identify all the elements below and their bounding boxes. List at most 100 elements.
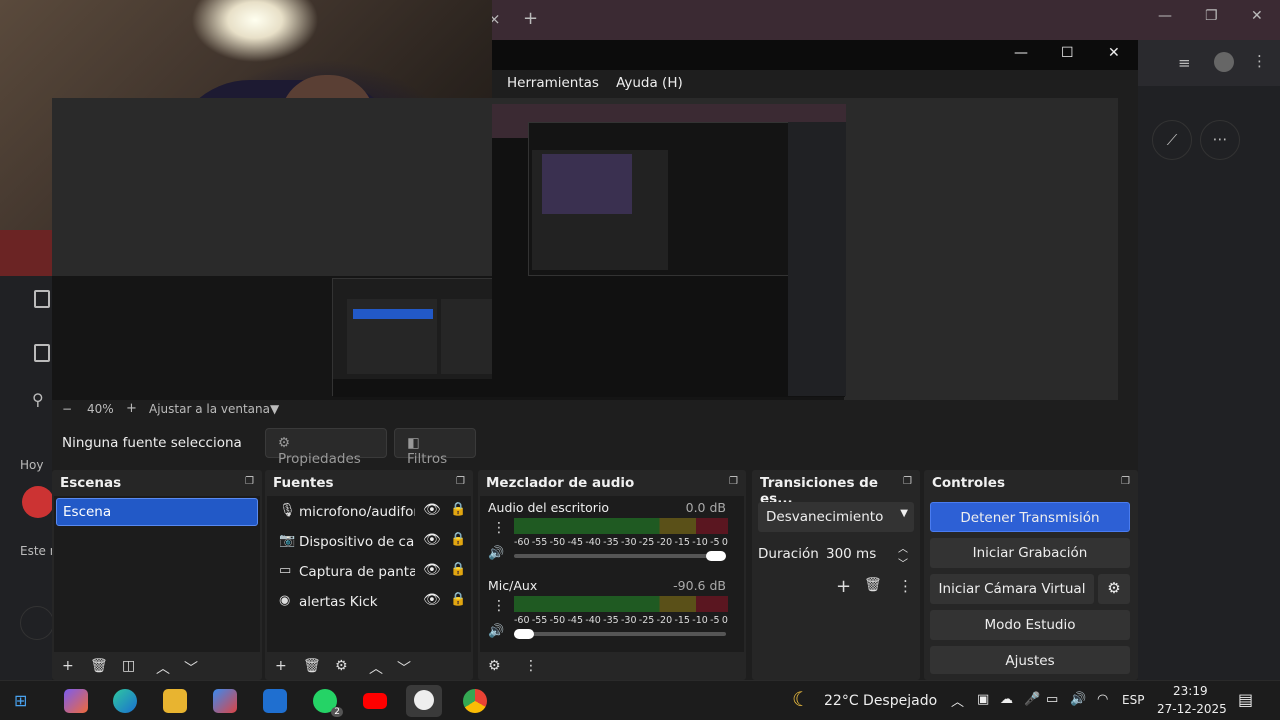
scene-item[interactable]: Escena [56,498,258,526]
document-icon[interactable] [34,290,50,308]
volume-knob[interactable] [706,551,726,561]
obs-close-icon[interactable]: ✕ [1108,45,1120,61]
more-vertical-icon[interactable]: ⋮ [492,520,506,536]
eye-icon[interactable]: 👁 [423,532,441,548]
lock-icon[interactable]: 🔒 [450,592,466,607]
move-up-icon[interactable]: ︿ [369,658,383,678]
circle-button[interactable] [20,606,54,640]
menu-herramientas[interactable]: Herramientas [507,75,599,91]
move-down-icon[interactable]: ﹀ [397,658,411,678]
lock-icon[interactable]: 🔒 [450,502,466,517]
windows-start-icon[interactable]: ⊞ [14,691,38,715]
undock-icon[interactable]: ❐ [456,476,465,487]
start-recording-button[interactable]: Iniciar Grabación [930,538,1130,568]
search-icon[interactable]: ⚲ [32,390,44,409]
zoom-in-button[interactable]: + [126,401,137,416]
menu-ayuda[interactable]: Ayuda (H) [616,75,683,91]
list-icon[interactable] [34,344,50,362]
properties-button[interactable]: ⚙ Propiedades [265,428,387,467]
speaker-icon[interactable]: 🔊 [488,546,504,561]
clock-date[interactable]: 27-12-2025 [1157,702,1227,716]
chevron-up-icon[interactable]: ︿ [951,691,964,710]
lock-icon[interactable]: 🔒 [450,562,466,577]
add-icon[interactable]: + [275,658,287,674]
stepper-arrows-icon[interactable]: ︿ ﹀ [898,540,908,570]
eye-icon[interactable]: 👁 [423,592,441,608]
clock-time[interactable]: 23:19 [1173,684,1208,698]
microphone-icon[interactable]: 🎤 [1024,692,1040,707]
undock-icon[interactable]: ❐ [245,476,254,487]
mute-icon[interactable]: ⟋ [1152,120,1192,160]
undock-icon[interactable]: ❐ [729,476,738,487]
volume-slider[interactable] [514,629,726,639]
maximize-icon[interactable]: ❐ [1205,8,1218,24]
chevron-down-icon[interactable]: ▼ [270,402,279,416]
obs-maximize-icon[interactable]: ☐ [1061,45,1074,61]
source-row[interactable]: 📷Dispositivo de captura👁🔒 [273,528,473,556]
more-vertical-icon[interactable]: ⋮ [492,598,506,614]
shelf-item [0,230,60,276]
gear-icon[interactable]: ⚙ [335,658,348,674]
close-window-icon[interactable]: ✕ [1251,8,1263,24]
speaker-icon[interactable]: 🔊 [488,624,504,639]
studio-mode-button[interactable]: Modo Estudio [930,610,1130,640]
add-icon[interactable]: + [836,576,851,597]
trash-icon[interactable]: 🗑 [90,658,108,674]
whatsapp-icon[interactable]: 2 [313,689,343,717]
eye-icon[interactable]: 👁 [423,562,441,578]
source-row[interactable]: ▭Captura de pantalla👁🔒 [273,558,473,586]
file-explorer-icon[interactable] [163,689,187,713]
chrome-icon[interactable] [463,689,487,713]
move-down-icon[interactable]: ﹀ [184,658,198,678]
obs-minimize-icon[interactable]: — [1014,45,1028,61]
store-icon[interactable] [213,689,237,713]
battery-icon[interactable]: ▭ [1046,692,1058,707]
new-tab-icon[interactable]: + [523,8,538,29]
volume-knob[interactable] [514,629,534,639]
meet-icon[interactable]: ▣ [977,692,989,707]
more-vertical-icon[interactable]: ⋮ [1252,52,1267,70]
minimize-icon[interactable]: — [1158,8,1172,24]
eye-icon[interactable]: 👁 [423,502,441,518]
weather-label[interactable]: 22°C Despejado [824,693,937,709]
lock-icon[interactable]: 🔒 [450,532,466,547]
settings-button[interactable]: Ajustes [930,646,1130,674]
notifications-icon[interactable]: ▤ [1238,690,1253,709]
advanced-audio-gear-icon[interactable]: ⚙ [488,658,501,674]
cloud-icon[interactable]: ☁ [1000,692,1013,707]
filters-button[interactable]: ◧ Filtros [394,428,476,467]
virtual-camera-gear-icon[interactable]: ⚙ [1098,574,1130,604]
wifi-icon[interactable]: ◠ [1097,692,1108,707]
undock-icon[interactable]: ❐ [1121,476,1130,487]
duration-input[interactable]: 300 ms ︿ ﹀ [818,539,914,570]
source-row[interactable]: 🎙microfono/audifono👁🔒 [273,498,473,526]
volume-slider[interactable] [514,551,726,561]
zoom-out-button[interactable]: − [62,402,72,416]
youtube-icon[interactable] [363,693,387,709]
trash-icon[interactable]: 🗑 [303,658,321,674]
outlook-icon[interactable] [263,689,287,713]
mixer-body: Audio del escritorio 0.0 dB ⋮ -60 -55 -50-… [480,496,744,652]
transition-select[interactable]: Desvanecimiento ▼ [758,502,914,532]
more-vertical-icon[interactable]: ⋮ [898,577,913,595]
fit-window-button[interactable]: Ajustar a la ventana [149,402,270,416]
scene-filter-icon[interactable]: ◫ [122,658,135,674]
source-row[interactable]: ◉ alertas Kick 👁 🔒 [273,588,473,616]
language-indicator[interactable]: ESP [1122,693,1144,707]
volume-icon[interactable]: 🔊 [1070,692,1086,707]
channel-avatar[interactable] [22,486,54,518]
avatar[interactable] [1214,52,1234,72]
undock-icon[interactable]: ❐ [903,476,912,487]
trash-icon[interactable]: 🗑 [864,577,882,593]
playlist-icon[interactable]: ≡ [1178,54,1191,72]
add-icon[interactable]: + [62,658,74,674]
obs-taskbar-button[interactable] [406,685,442,717]
more-horizontal-icon[interactable]: ⋯ [1200,120,1240,160]
start-virtual-camera-button[interactable]: Iniciar Cámara Virtual [930,574,1094,604]
more-vertical-icon[interactable]: ⋮ [524,658,538,674]
edge-icon[interactable] [113,689,137,713]
move-up-icon[interactable]: ︿ [156,658,170,678]
stop-stream-button[interactable]: Detener Transmisión [930,502,1130,532]
copilot-icon[interactable] [64,689,88,713]
meter-tick-label: -5 [710,537,720,548]
